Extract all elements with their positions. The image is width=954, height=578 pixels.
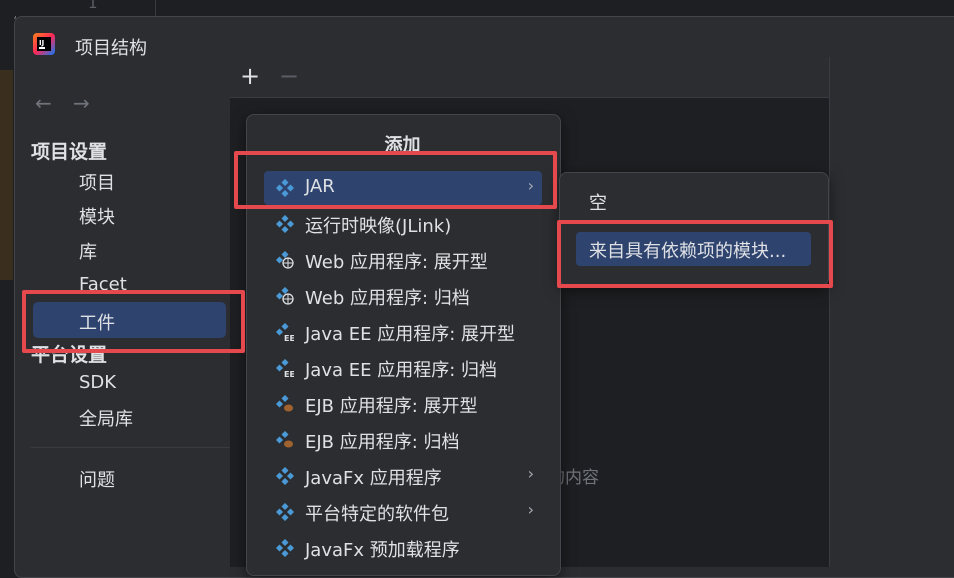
gutter-divider: [155, 0, 156, 16]
add-button[interactable]: +: [240, 62, 260, 90]
sidebar-item-modules[interactable]: 模块: [79, 203, 115, 229]
artifact-icon: [276, 215, 294, 233]
forward-arrow-icon[interactable]: →: [73, 91, 90, 115]
menu-item-label: Web 应用程序: 展开型: [305, 252, 488, 273]
highlight-from-modules: [557, 220, 833, 288]
artifact-icon: [276, 539, 294, 557]
menu-item-label: 平台特定的软件包: [305, 504, 449, 525]
highlight-artifacts: [22, 290, 245, 353]
artifact-icon: [276, 467, 294, 485]
sidebar-item-problems[interactable]: 问题: [79, 466, 115, 492]
menu-item-web-archive[interactable]: Web 应用程序: 归档: [264, 279, 542, 313]
menu-item-label: JavaFx 预加载程序: [305, 540, 460, 561]
line-number: 1: [88, 0, 98, 12]
menu-item-ejb-archive[interactable]: EJB 应用程序: 归档: [264, 423, 542, 457]
artifact-icon: [276, 503, 294, 521]
web-artifact-icon: [276, 287, 294, 305]
dialog-title: 项目结构: [75, 38, 147, 59]
project-settings-header: 项目设置: [31, 141, 108, 163]
javaee-artifact-icon: EE: [276, 359, 294, 377]
sidebar-item-sdk[interactable]: SDK: [79, 372, 116, 393]
editor-background: 1: [0, 0, 954, 16]
svg-text:IJ: IJ: [39, 39, 44, 47]
sidebar-item-libraries[interactable]: 库: [79, 238, 97, 264]
menu-item-ejb-exploded[interactable]: EJB 应用程序: 展开型: [264, 387, 542, 421]
menu-item-label: EJB 应用程序: 展开型: [305, 396, 478, 417]
chevron-right-icon: ›: [527, 500, 534, 519]
ejb-artifact-icon: [276, 431, 293, 448]
menu-item-label: Java EE 应用程序: 归档: [305, 360, 497, 381]
menu-item-javaee-exploded[interactable]: EE Java EE 应用程序: 展开型: [264, 315, 542, 349]
web-artifact-icon: [276, 251, 294, 269]
editor-left-accent: [0, 70, 13, 280]
menu-item-web-exploded[interactable]: Web 应用程序: 展开型: [264, 243, 542, 277]
menu-item-javafx-preloader[interactable]: JavaFx 预加载程序: [264, 531, 542, 565]
panel-divider: [829, 57, 830, 567]
main-toolbar: [230, 57, 830, 98]
sidebar-item-project[interactable]: 项目: [79, 169, 115, 195]
back-arrow-icon[interactable]: ←: [35, 91, 52, 115]
menu-item-label: EJB 应用程序: 归档: [305, 432, 460, 453]
menu-item-platform-package[interactable]: 平台特定的软件包 ›: [264, 495, 542, 529]
highlight-jar: [234, 151, 557, 209]
intellij-logo-icon: IJ: [33, 33, 55, 55]
menu-item-javafx-application[interactable]: JavaFx 应用程序 ›: [264, 459, 542, 493]
menu-item-label: JavaFx 应用程序: [305, 468, 442, 489]
svg-text:EE: EE: [284, 370, 294, 377]
menu-item-runtime-image[interactable]: 运行时映像(JLink): [264, 207, 542, 241]
chevron-right-icon: ›: [527, 464, 534, 483]
remove-button[interactable]: −: [279, 62, 299, 90]
svg-text:EE: EE: [284, 334, 294, 341]
javaee-artifact-icon: EE: [276, 323, 294, 341]
submenu-item-empty[interactable]: 空: [589, 189, 607, 215]
menu-item-label: Web 应用程序: 归档: [305, 288, 470, 309]
sidebar-divider: [31, 447, 241, 448]
menu-item-javaee-archive[interactable]: EE Java EE 应用程序: 归档: [264, 351, 542, 385]
menu-item-label: Java EE 应用程序: 展开型: [305, 324, 515, 345]
sidebar-item-global-libraries[interactable]: 全局库: [79, 405, 133, 431]
menu-item-label: 运行时映像(JLink): [305, 216, 452, 237]
ejb-artifact-icon: [276, 395, 293, 412]
